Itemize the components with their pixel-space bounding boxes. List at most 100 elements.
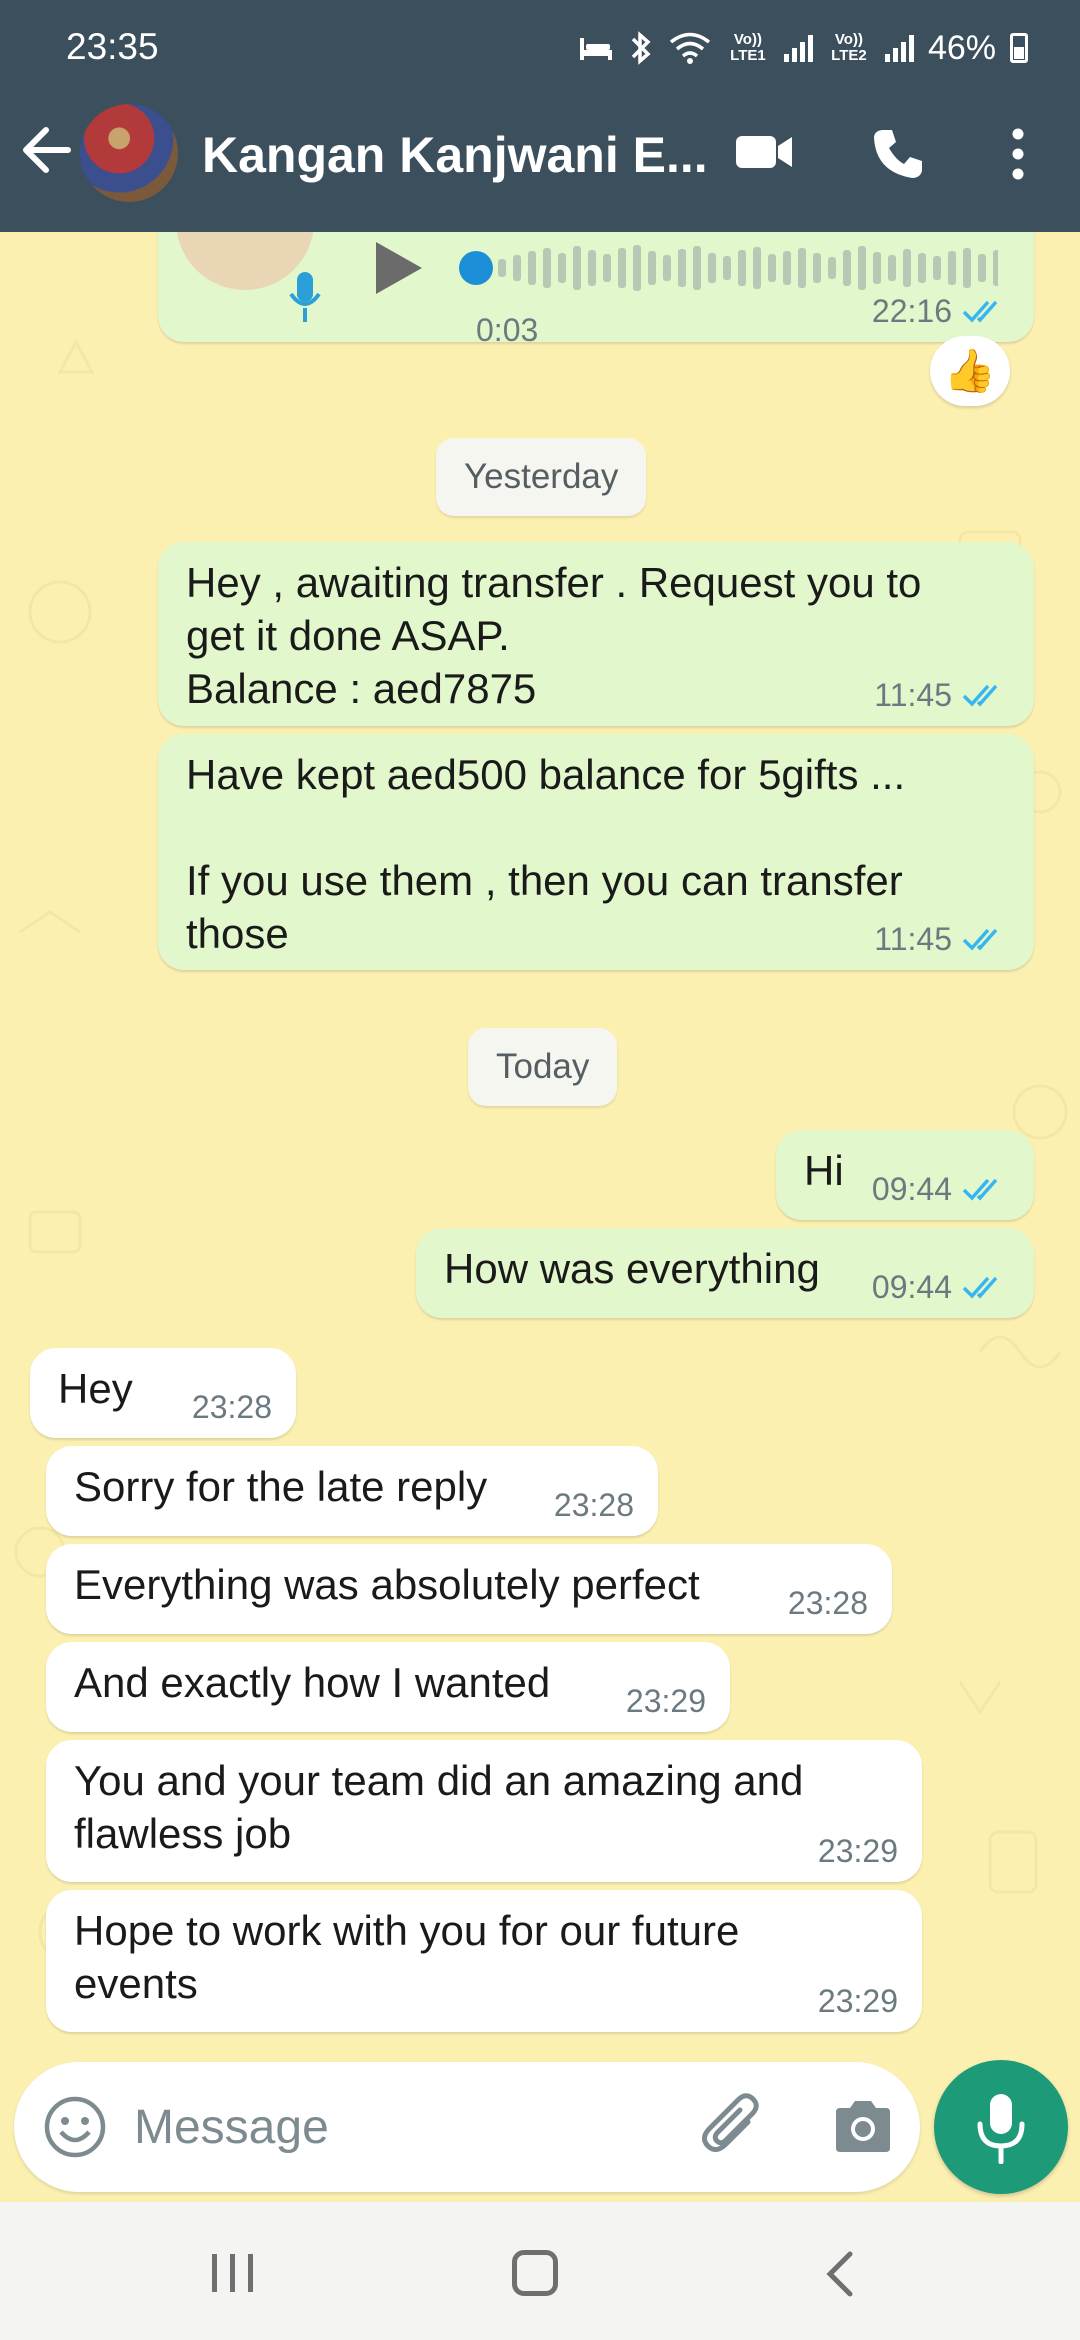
date-chip-yesterday: Yesterday bbox=[436, 438, 647, 516]
message-time: 23:29 bbox=[817, 1833, 898, 1869]
message-time: 23:29 bbox=[625, 1683, 706, 1719]
incoming-message-bubble[interactable]: You and your team did an amazing and fla… bbox=[46, 1740, 922, 1882]
arrow-left-icon[interactable] bbox=[18, 122, 74, 178]
status-icons: Vo)) LTE1 Vo)) LTE2 46% bbox=[578, 26, 1028, 70]
waveform-bar bbox=[678, 249, 686, 287]
waveform-bar bbox=[753, 247, 761, 289]
message-meta: 23:28 bbox=[192, 1390, 272, 1424]
app-bar: Kangan Kanjwani E... bbox=[0, 96, 1080, 232]
waveform-bar bbox=[993, 250, 998, 286]
paperclip-icon[interactable] bbox=[700, 2092, 766, 2162]
play-icon[interactable] bbox=[370, 238, 426, 298]
read-ticks-icon bbox=[962, 1178, 998, 1201]
video-camera-icon[interactable] bbox=[734, 132, 794, 172]
phone-icon[interactable] bbox=[870, 126, 926, 182]
status-time: 23:35 bbox=[66, 26, 159, 67]
message-composer bbox=[14, 2062, 920, 2192]
voice-waveform[interactable] bbox=[458, 238, 998, 298]
incoming-message-bubble[interactable]: And exactly how I wanted 23:29 bbox=[46, 1642, 730, 1732]
voice-note-bubble[interactable]: 0:03 22:16 bbox=[158, 232, 1034, 348]
voice-duration: 0:03 bbox=[476, 312, 539, 348]
waveform-bar bbox=[663, 255, 671, 281]
outgoing-message-bubble[interactable]: Have kept aed500 balance for 5gifts ... … bbox=[158, 734, 1034, 970]
camera-icon[interactable] bbox=[832, 2098, 894, 2154]
sim2-label: Vo)) LTE2 bbox=[831, 31, 867, 64]
microphone-icon bbox=[977, 2094, 1025, 2164]
waveform-bar bbox=[948, 251, 956, 285]
waveform-bar bbox=[618, 248, 626, 288]
message-text: Have kept aed500 balance for 5gifts ... … bbox=[186, 751, 906, 957]
read-ticks-icon bbox=[962, 684, 998, 707]
message-meta: 22:16 bbox=[872, 294, 1010, 328]
message-text: Hi bbox=[804, 1147, 844, 1194]
waveform-bar bbox=[978, 254, 986, 282]
message-text: And exactly how I wanted bbox=[74, 1659, 551, 1706]
waveform-bar bbox=[558, 253, 566, 283]
waveform-bar bbox=[933, 256, 941, 280]
message-text: You and your team did an amazing and fla… bbox=[74, 1757, 804, 1857]
nav-back-icon[interactable] bbox=[822, 2250, 856, 2298]
message-time: 23:29 bbox=[817, 1983, 898, 2019]
message-meta: 23:29 bbox=[818, 1984, 898, 2018]
outgoing-message-bubble[interactable]: How was everything 09:44 bbox=[416, 1228, 1034, 1318]
read-ticks-icon bbox=[962, 928, 998, 951]
recent-apps-icon[interactable] bbox=[210, 2252, 256, 2294]
waveform-bar bbox=[873, 252, 881, 284]
waveform-bar bbox=[513, 255, 521, 281]
waveform-bar bbox=[633, 245, 641, 291]
outgoing-message-bubble[interactable]: Hi 09:44 bbox=[776, 1130, 1034, 1220]
wifi-icon bbox=[669, 32, 711, 64]
message-meta: 09:44 bbox=[872, 1270, 1010, 1304]
battery-percent: 46% bbox=[927, 28, 996, 67]
waveform-bar bbox=[858, 246, 866, 290]
message-input[interactable] bbox=[134, 2090, 694, 2164]
contact-name[interactable]: Kangan Kanjwani E... bbox=[202, 126, 708, 184]
message-time: 09:44 bbox=[871, 1269, 952, 1305]
system-nav-bar bbox=[0, 2202, 1080, 2340]
waveform-bar bbox=[738, 250, 746, 286]
message-text: Hope to work with you for our future eve… bbox=[74, 1907, 740, 2007]
waveform-bar bbox=[708, 253, 716, 283]
waveform-bar bbox=[813, 253, 821, 283]
contact-avatar[interactable] bbox=[80, 104, 178, 202]
message-meta: 23:29 bbox=[626, 1684, 706, 1718]
message-time: 09:44 bbox=[871, 1171, 952, 1207]
message-text: How was everything bbox=[444, 1245, 820, 1292]
waveform-bar bbox=[783, 251, 791, 285]
waveform-bar bbox=[843, 250, 851, 286]
bluetooth-icon bbox=[631, 31, 651, 65]
message-time: 23:28 bbox=[553, 1487, 634, 1523]
message-meta: 09:44 bbox=[872, 1172, 1010, 1206]
incoming-message-bubble[interactable]: Sorry for the late reply 23:28 bbox=[46, 1446, 658, 1536]
waveform-bar bbox=[603, 254, 611, 282]
message-meta: 11:45 bbox=[874, 678, 1010, 712]
more-vert-icon[interactable] bbox=[1004, 124, 1032, 184]
waveform-bar bbox=[768, 254, 776, 282]
battery-icon bbox=[1010, 33, 1028, 63]
waveform-bar bbox=[573, 246, 581, 290]
chat-area[interactable]: 0:03 22:16 👍 Yesterday Hey , awaiting tr… bbox=[0, 232, 1080, 2058]
message-meta: 23:29 bbox=[818, 1834, 898, 1868]
read-ticks-icon bbox=[962, 1276, 998, 1299]
incoming-message-bubble[interactable]: Hope to work with you for our future eve… bbox=[46, 1890, 922, 2032]
waveform-bar bbox=[918, 253, 926, 283]
emoji-icon[interactable] bbox=[42, 2094, 108, 2160]
message-text: Hey , awaiting transfer . Request you to… bbox=[186, 559, 922, 712]
waveform-bar bbox=[828, 257, 836, 279]
waveform-bar bbox=[798, 248, 806, 288]
incoming-message-bubble[interactable]: Hey 23:28 bbox=[30, 1348, 296, 1438]
waveform-bar bbox=[963, 248, 971, 288]
top-bar: 23:35 Vo)) LTE1 Vo)) LTE2 46% Kangan Kan… bbox=[0, 0, 1080, 232]
sim1-label: Vo)) LTE1 bbox=[730, 31, 766, 64]
incoming-message-bubble[interactable]: Everything was absolutely perfect 23:28 bbox=[46, 1544, 892, 1634]
message-meta: 23:28 bbox=[788, 1586, 868, 1620]
signal-bars-1-icon bbox=[783, 34, 813, 62]
voice-record-button[interactable] bbox=[934, 2060, 1068, 2194]
mic-badge-icon bbox=[289, 272, 321, 322]
reaction-badge[interactable]: 👍 bbox=[930, 336, 1010, 406]
waveform-bar bbox=[588, 250, 596, 286]
home-icon[interactable] bbox=[512, 2250, 558, 2296]
message-text: Everything was absolutely perfect bbox=[74, 1561, 700, 1608]
outgoing-message-bubble[interactable]: Hey , awaiting transfer . Request you to… bbox=[158, 542, 1034, 726]
message-time: 11:45 bbox=[874, 921, 952, 957]
